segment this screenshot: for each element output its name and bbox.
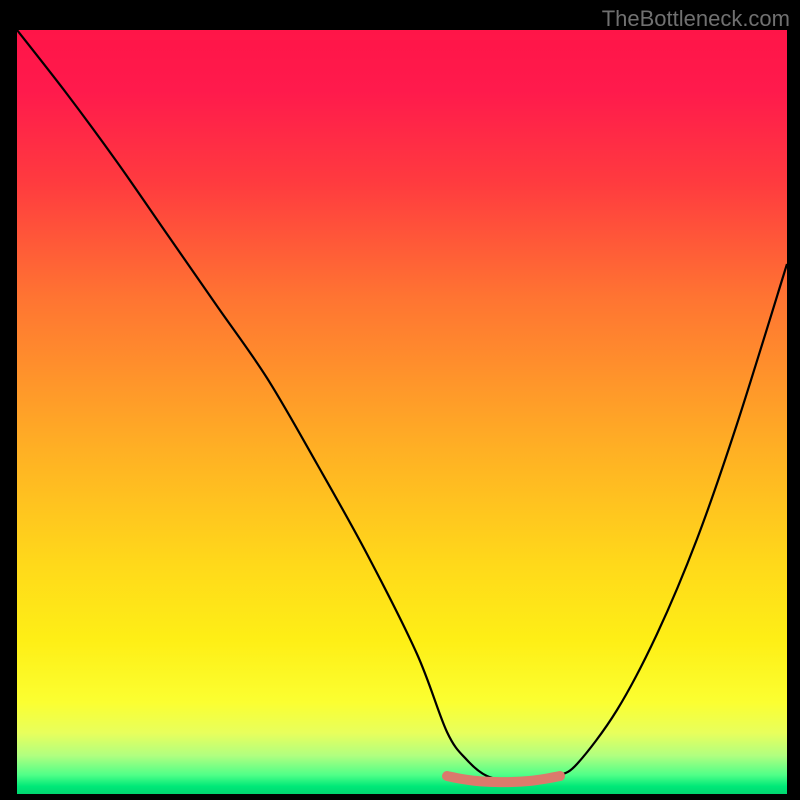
watermark-text: TheBottleneck.com [602,6,790,32]
chart-plot-area [17,30,787,794]
chart-svg [17,30,787,794]
highlight-segment-path [447,776,560,782]
bottleneck-curve-path [17,30,787,782]
